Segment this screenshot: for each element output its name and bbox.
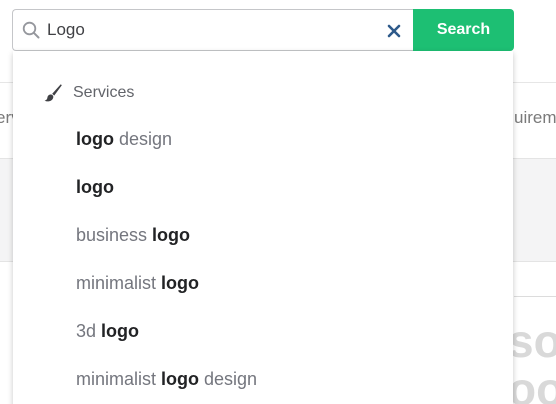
suggestion-item[interactable]: minimalist logo xyxy=(76,268,199,298)
search-box[interactable] xyxy=(12,9,413,51)
suggestion-item[interactable]: business logo xyxy=(76,220,190,250)
brush-icon xyxy=(44,84,62,102)
suggestion-prefix: 3d xyxy=(76,321,102,341)
suggestion-item[interactable]: logo xyxy=(76,172,114,202)
suggestion-match: logo xyxy=(152,225,191,245)
suggestion-match: logo xyxy=(76,129,114,149)
background-heading-line-2: oo xyxy=(508,363,556,404)
search-input[interactable] xyxy=(47,18,377,42)
suggestion-prefix: minimalist xyxy=(76,369,162,389)
search-button[interactable]: Search xyxy=(413,9,514,51)
suggestion-suffix: design xyxy=(199,369,258,389)
suggestion-match: logo xyxy=(76,177,114,197)
suggestion-prefix: minimalist xyxy=(76,273,162,293)
suggestion-match: logo xyxy=(161,273,200,293)
background-nav-text-right: uireme xyxy=(514,108,556,127)
suggestion-prefix: business xyxy=(76,225,153,245)
section-label: Services xyxy=(73,84,135,101)
autocomplete-dropdown: Services logo design logo business logo … xyxy=(13,51,513,404)
page: erv uireme so oo Search Services logo de… xyxy=(0,0,556,404)
suggestion-item[interactable]: logo design xyxy=(76,124,172,154)
close-icon[interactable] xyxy=(386,23,402,39)
suggestion-suffix: design xyxy=(114,129,173,149)
suggestion-item[interactable]: minimalist logo design xyxy=(76,364,257,394)
section-header-services: Services xyxy=(43,81,134,105)
suggestion-match: logo xyxy=(101,321,140,341)
suggestion-match: logo xyxy=(161,369,200,389)
search-icon xyxy=(22,21,40,39)
background-heading-line-1: so xyxy=(508,315,556,367)
suggestion-item[interactable]: 3d logo xyxy=(76,316,139,346)
